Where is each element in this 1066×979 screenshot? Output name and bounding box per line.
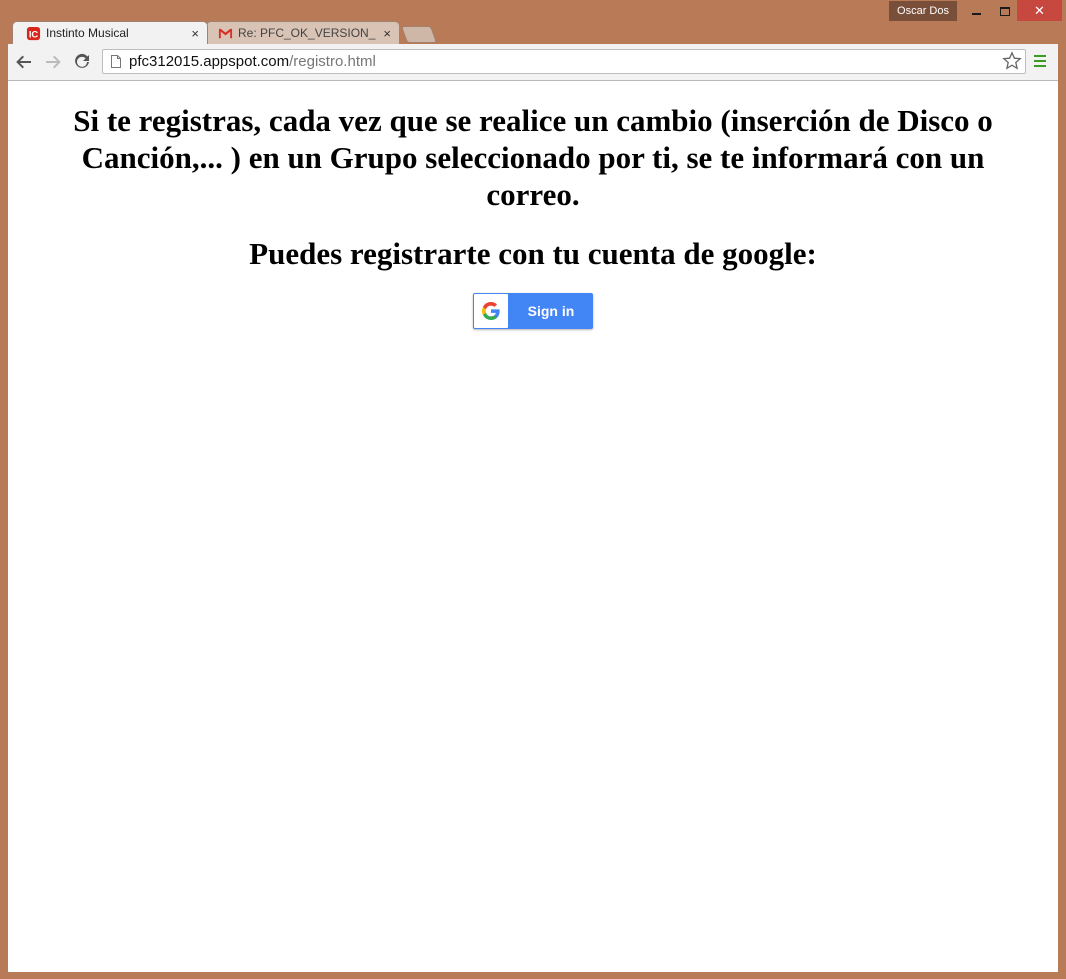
minimize-icon	[972, 12, 981, 15]
profile-button[interactable]: Oscar Dos	[889, 1, 957, 21]
url-host: pfc312015.appspot.com	[129, 53, 290, 70]
reload-icon	[75, 53, 89, 68]
maximize-icon	[999, 7, 1010, 17]
back-arrow-icon	[16, 55, 31, 69]
browser-menu-button[interactable]	[1034, 55, 1046, 69]
sign-in-label: Sign in	[527, 303, 575, 319]
maximize-button[interactable]	[989, 0, 1020, 21]
page-subheading: Puedes registrarte con tu cuenta de goog…	[249, 236, 817, 271]
new-tab-button[interactable]	[400, 26, 438, 43]
url-path: /registro.html	[289, 53, 376, 70]
page-heading: Si te registras, cada vez que se realice…	[73, 103, 993, 212]
back-button[interactable]	[14, 52, 34, 72]
site-favicon-icon: IC	[26, 26, 41, 41]
url-text: pfc312015.appspot.com/registro.html	[129, 50, 376, 73]
svg-text:IC: IC	[29, 29, 39, 39]
tab-close-icon[interactable]: ×	[383, 22, 391, 45]
tab-title: Instinto Musical	[46, 26, 129, 40]
browser-window: Oscar Dos ✕ IC Instinto Musical × Re: PF…	[0, 0, 1066, 979]
tab-gmail[interactable]: Re: PFC_OK_VERSION_1_C ×	[206, 21, 400, 44]
google-logo-container	[474, 294, 508, 328]
reload-button[interactable]	[72, 52, 92, 72]
hamburger-menu-icon	[1034, 55, 1046, 57]
gmail-icon	[218, 28, 233, 39]
browser-toolbar: pfc312015.appspot.com/registro.html	[8, 44, 1058, 81]
forward-arrow-icon	[46, 55, 61, 69]
tab-instinto-musical[interactable]: IC Instinto Musical ×	[12, 21, 208, 44]
google-g-icon	[482, 302, 500, 320]
page-content: Si te registras, cada vez que se realice…	[8, 81, 1058, 972]
google-sign-in-button[interactable]: Sign in	[473, 293, 593, 329]
minimize-button[interactable]	[961, 0, 992, 21]
close-window-button[interactable]: ✕	[1017, 0, 1062, 21]
tab-close-icon[interactable]: ×	[191, 22, 199, 45]
tab-title: Re: PFC_OK_VERSION_1_C	[238, 26, 376, 40]
address-bar[interactable]: pfc312015.appspot.com/registro.html	[102, 49, 1026, 74]
forward-button[interactable]	[43, 52, 63, 72]
page-icon	[111, 55, 121, 68]
star-icon[interactable]	[1002, 51, 1022, 71]
